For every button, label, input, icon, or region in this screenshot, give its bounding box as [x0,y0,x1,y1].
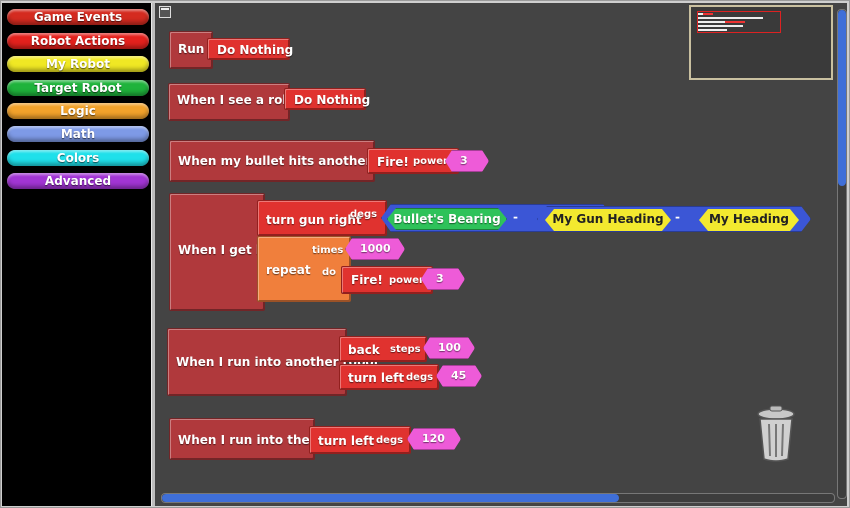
my-gun-heading-block[interactable]: My Gun Heading [545,209,671,231]
do-nothing-block[interactable]: Do Nothing [207,38,294,60]
times-value[interactable]: 1000 [345,238,405,260]
workspace-minimap[interactable] [689,5,833,80]
degs-label: degs [376,435,404,446]
power-label: power [413,156,448,167]
block-palette: Game Events Robot Actions My Robot Targe… [2,3,151,506]
minimap-viewport[interactable] [697,11,781,33]
turn-gun-right-block[interactable]: turn gun right degs [257,200,387,236]
fire-label: Fire! [377,155,409,169]
category-robot-actions[interactable]: Robot Actions [7,33,149,49]
turn-left-label: turn left [318,434,375,448]
vertical-scroll-thumb[interactable] [838,10,846,186]
trash-icon[interactable] [755,405,797,463]
do-label: do [322,267,337,278]
bullets-bearing-block[interactable]: Bullet's Bearing [387,208,507,230]
steps-label: steps [390,344,421,355]
fire-block[interactable]: Fire! power [341,266,433,294]
fire-label: Fire! [351,273,383,287]
do-nothing-label: Do Nothing [294,93,371,107]
see-robot-event-block[interactable]: When I see a robot [168,83,305,121]
degs-label: degs [350,209,378,220]
turn-left-block[interactable]: turn left degs [309,426,411,454]
run-into-robot-event-block[interactable]: When I run into another robot [167,328,379,396]
category-target-robot[interactable]: Target Robot [7,80,149,96]
turn-left-block[interactable]: turn left degs [339,364,439,390]
power-label: power [389,275,424,286]
horizontal-scrollbar[interactable] [161,493,835,503]
collapse-icon[interactable] [159,6,171,18]
run-into-wall-event-block[interactable]: When I run into the wall [169,418,341,460]
category-advanced[interactable]: Advanced [7,173,149,189]
category-my-robot[interactable]: My Robot [7,56,149,72]
category-colors[interactable]: Colors [7,150,149,166]
repeat-label: repeat [266,263,311,277]
minus-operator: - [675,210,680,224]
minus-operator: - [513,210,518,224]
do-nothing-block[interactable]: Do Nothing [284,88,370,110]
horizontal-scroll-thumb[interactable] [162,494,619,502]
back-block[interactable]: back steps [339,336,427,362]
category-logic[interactable]: Logic [7,103,149,119]
times-label: times [312,245,344,256]
category-math[interactable]: Math [7,126,149,142]
degs-value[interactable]: 45 [436,365,482,387]
power-value[interactable]: 3 [445,150,489,172]
steps-value[interactable]: 100 [423,337,475,359]
repeat-block[interactable]: repeat times do [257,236,351,302]
category-game-events[interactable]: Game Events [7,9,149,25]
get-hit-event-block[interactable]: When I get hit [169,193,274,311]
degs-value[interactable]: 120 [407,428,461,450]
my-heading-block[interactable]: My Heading [699,209,799,231]
turn-gun-right-label: turn gun right [266,213,362,227]
power-value[interactable]: 3 [421,268,465,290]
turn-left-label: turn left [348,371,405,385]
back-label: back [348,343,380,357]
bullet-hits-event-block[interactable]: When my bullet hits another robot [169,140,412,182]
do-nothing-label: Do Nothing [217,43,294,57]
degs-label: degs [406,372,434,383]
run-label: Run [178,42,205,56]
vertical-scrollbar[interactable] [837,9,847,499]
block-workspace[interactable]: Run Do Nothing When I see a robot Do Not… [155,3,847,506]
